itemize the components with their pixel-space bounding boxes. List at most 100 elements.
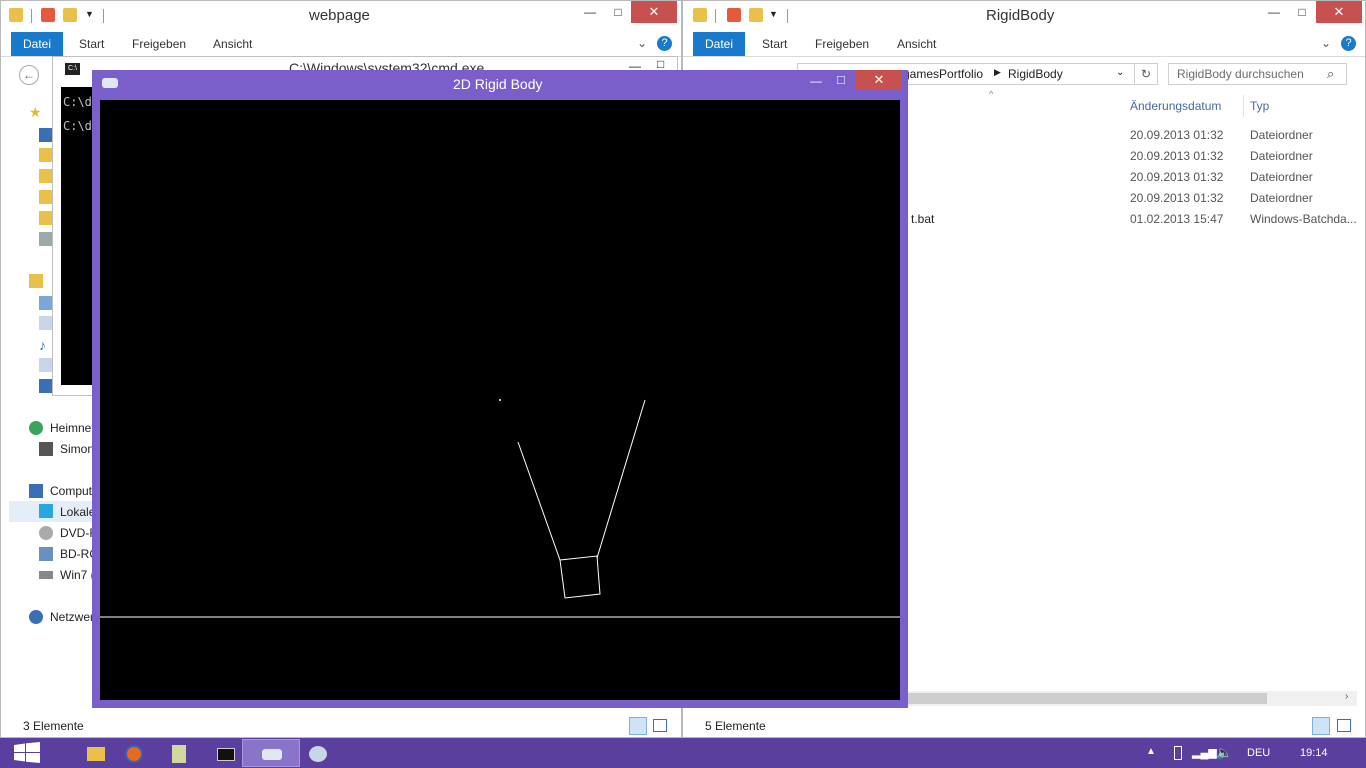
new-folder-icon[interactable] [749,8,763,22]
start-button[interactable] [14,742,40,764]
rigid-body-window[interactable]: 2D Rigid Body — □ ✕ [92,70,908,708]
volume-icon[interactable]: 🔈 [1216,745,1232,761]
properties-icon[interactable] [727,8,741,22]
minimize-button[interactable]: — [1261,1,1287,23]
drive-icon [39,571,53,579]
documents-icon [39,316,53,330]
search-box[interactable]: RigidBody durchsuchen ⌕ [1168,63,1347,85]
breadcrumb-segment-gamesportfolio[interactable]: gamesPortfolio [903,67,983,81]
favorites-star-icon: ★ [29,104,42,120]
details-view-icon[interactable] [629,717,647,735]
status-item-count: 3 Elemente [23,719,84,733]
render-canvas[interactable] [100,100,900,700]
nav-item-homegroup[interactable]: Heimnet [50,421,95,435]
close-button[interactable]: ✕ [856,70,902,90]
clock[interactable]: 19:14 [1300,747,1328,759]
drive-icon [39,504,53,518]
folder-icon [39,190,53,204]
nav-item-win7[interactable]: Win7 ( [60,568,95,582]
file-row-type[interactable]: Dateiordner [1250,191,1313,205]
chevron-down-icon[interactable]: ⌄ [1321,36,1331,50]
left-titlebar: ▼ webpage — □ ✕ [1,1,681,31]
nav-item-computer[interactable]: Comput [50,484,92,498]
close-button[interactable]: ✕ [1316,1,1362,23]
file-row-type[interactable]: Dateiordner [1250,149,1313,163]
cmd-icon [217,748,235,761]
left-ribbon: Datei Start Freigeben Ansicht ⌄ ? [1,32,681,57]
breadcrumb-segment-rigidbody[interactable]: RigidBody [1008,67,1063,81]
nav-item-network[interactable]: Netzwer [50,610,94,624]
column-header-date[interactable]: Änderungsdatum [1130,99,1221,113]
back-button[interactable]: ← [19,65,39,85]
cmd-icon: C:\ [65,63,80,75]
column-header-type[interactable]: Typ [1250,99,1269,113]
file-row-date[interactable]: 20.09.2013 01:32 [1130,128,1223,142]
close-button[interactable]: ✕ [631,1,677,23]
libraries-icon [29,274,43,288]
minimize-button[interactable]: — [810,74,822,88]
maximize-button[interactable]: □ [605,1,631,23]
address-dropdown-icon[interactable]: ⌄ [1116,67,1124,78]
file-row-type[interactable]: Dateiordner [1250,128,1313,142]
nav-item-local-disk[interactable]: Lokale [60,505,95,519]
large-icons-view-icon[interactable] [1337,719,1351,732]
paint-icon [309,746,327,762]
file-row-date[interactable]: 01.02.2013 15:47 [1130,212,1223,226]
music-icon: ♪ [39,337,46,353]
qat-dropdown-icon[interactable]: ▼ [769,9,778,19]
cmd-line: C:\d [63,119,92,133]
file-row-date[interactable]: 20.09.2013 01:32 [1130,149,1223,163]
refresh-icon[interactable]: ↻ [1134,63,1158,85]
folder-icon [39,211,53,225]
folder-icon [693,8,707,22]
maximize-button[interactable]: □ [657,57,664,71]
help-icon[interactable]: ? [657,36,672,51]
network-icon [29,610,43,624]
videos-icon [39,379,53,393]
search-icon[interactable]: ⌕ [1327,66,1334,82]
maximize-button[interactable]: □ [837,72,845,87]
scroll-right-icon[interactable]: › [1345,691,1348,702]
taskbar-paint[interactable] [288,739,346,767]
minimize-button[interactable]: — [577,1,603,23]
horizontal-scrollbar[interactable]: › [907,691,1357,706]
chevron-down-icon[interactable]: ⌄ [637,36,647,50]
large-icons-view-icon[interactable] [653,719,667,732]
show-hidden-icons-icon[interactable]: ▲ [1146,746,1156,757]
file-row-name[interactable]: t.bat [911,212,934,226]
app-icon [102,78,118,88]
folder-icon [39,148,53,162]
battery-icon[interactable] [1174,746,1182,760]
tab-start[interactable]: Start [79,37,104,51]
properties-icon[interactable] [41,8,55,22]
cmd-line: C:\d [63,95,92,109]
taskbar: ▲ ▂▄▆ 🔈 DEU 19:14 [0,738,1366,768]
language-indicator[interactable]: DEU [1247,747,1270,759]
file-row-date[interactable]: 20.09.2013 01:32 [1130,170,1223,184]
help-icon[interactable]: ? [1341,36,1356,51]
details-view-icon[interactable] [1312,717,1330,735]
maximize-button[interactable]: □ [1289,1,1315,23]
tab-datei[interactable]: Datei [693,32,746,56]
documents-icon [39,358,53,372]
network-signal-icon[interactable]: ▂▄▆ [1192,746,1217,759]
file-row-type[interactable]: Dateiordner [1250,170,1313,184]
anchor-point [499,399,501,401]
file-row-type[interactable]: Windows-Batchda... [1250,212,1357,226]
qat-dropdown-icon[interactable]: ▼ [85,9,94,19]
folder-icon [39,169,53,183]
tab-freigeben[interactable]: Freigeben [815,37,869,51]
bd-drive-icon [39,547,53,561]
desktop-icon [39,128,53,142]
tab-start[interactable]: Start [762,37,787,51]
nav-item-user[interactable]: Simon [60,442,94,456]
tab-ansicht[interactable]: Ansicht [897,37,936,51]
file-row-date[interactable]: 20.09.2013 01:32 [1130,191,1223,205]
new-folder-icon[interactable] [63,8,77,22]
pictures-icon [39,296,53,310]
tab-ansicht[interactable]: Ansicht [213,37,252,51]
scrollbar-thumb[interactable] [907,693,1267,704]
tab-freigeben[interactable]: Freigeben [132,37,186,51]
right-status-bar: 5 Elemente [683,715,1365,737]
tab-datei[interactable]: Datei [11,32,64,56]
